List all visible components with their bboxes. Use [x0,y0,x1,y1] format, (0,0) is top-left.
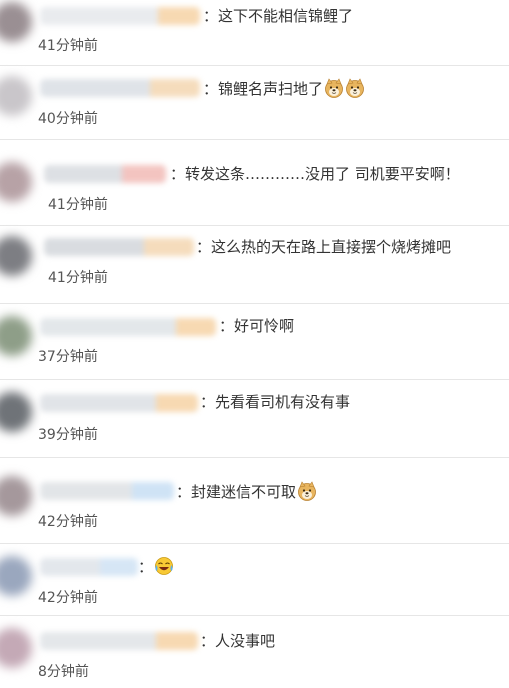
username-link[interactable] [44,238,194,256]
comment-time: 42分钟前 [38,514,98,530]
comment-item: ：封建迷信不可取 42分钟前 [0,458,509,544]
doge-icon [324,78,344,98]
comment-text: ：这么热的天在路上直接摆个烧烤摊吧 [196,238,452,256]
avatar[interactable] [0,236,32,276]
avatar[interactable] [0,628,32,668]
comment-time: 39分钟前 [38,427,98,443]
username-link[interactable] [40,558,138,576]
comment-time: 41分钟前 [48,197,108,213]
comment-item: ：好可怜啊 37分钟前 [0,304,509,380]
comment-text: ：先看看司机有没有事 [200,393,351,411]
avatar[interactable] [0,556,32,596]
comment-text-body: ：锦鲤名声扫地了 [203,80,324,98]
avatar[interactable] [0,2,32,42]
username-link[interactable] [40,394,198,412]
comment-text: ：封建迷信不可取 [176,481,317,502]
laughing-tears-icon [154,556,174,576]
comment-time: 41分钟前 [38,38,98,54]
comment-item: ：这下不能相信锦鲤了 41分钟前 [0,0,509,66]
comment-item: ：人没事吧 8分钟前 [0,616,509,688]
username-link[interactable] [40,79,200,97]
comment-time: 41分钟前 [48,270,108,286]
comment-text-body: ：封建迷信不可取 [176,483,297,501]
comment-text: ：锦鲤名声扫地了 [203,78,365,99]
avatar[interactable] [0,76,32,116]
doge-icon [345,78,365,98]
comment-item: ： 42分钟前 [0,544,509,616]
username-link[interactable] [40,482,174,500]
avatar[interactable] [0,316,32,356]
comment-text: ：这下不能相信锦鲤了 [203,7,354,25]
comment-text: ：转发这条…………没用了 司机要平安啊！ [170,165,460,183]
comment-text: ：人没事吧 [200,632,276,650]
comment-item: ：转发这条…………没用了 司机要平安啊！ 41分钟前 [0,140,509,226]
avatar[interactable] [0,476,32,516]
comment-text: ：好可怜啊 [219,317,295,335]
comment-text-body: ： [138,558,154,576]
comment-time: 8分钟前 [38,664,89,680]
comment-item: ：这么热的天在路上直接摆个烧烤摊吧 41分钟前 [0,226,509,304]
comment-item: ：先看看司机有没有事 39分钟前 [0,380,509,458]
comment-time: 42分钟前 [38,590,98,606]
comment-feed: ：这下不能相信锦鲤了 41分钟前 ：锦鲤名声扫地了 40分钟前 ：转发这条………… [0,0,509,688]
comment-time: 40分钟前 [38,111,98,127]
username-link[interactable] [40,632,198,650]
username-link[interactable] [40,7,200,25]
avatar[interactable] [0,392,32,432]
comment-text: ： [138,556,174,577]
comment-time: 37分钟前 [38,349,98,365]
username-link[interactable] [40,318,216,336]
username-link[interactable] [44,165,166,183]
doge-icon [297,481,317,501]
comment-item: ：锦鲤名声扫地了 40分钟前 [0,66,509,140]
avatar[interactable] [0,162,32,202]
